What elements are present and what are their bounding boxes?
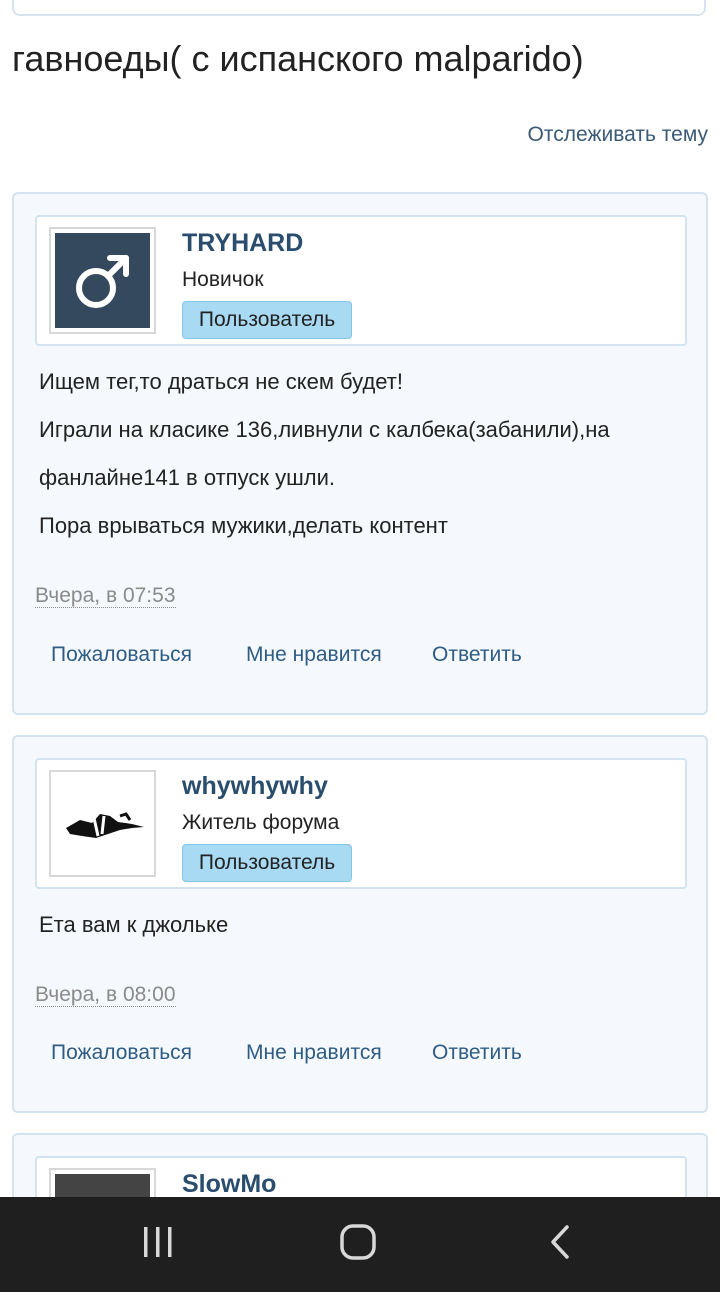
report-button[interactable]: Пожаловаться xyxy=(51,1041,192,1065)
topic-title: гавноеды( с испанского malparido) xyxy=(12,38,584,79)
user-rank: Житель форума xyxy=(182,811,340,834)
recent-apps-button[interactable] xyxy=(118,1197,198,1292)
home-button[interactable] xyxy=(318,1197,398,1292)
avatar[interactable] xyxy=(49,770,156,877)
back-button[interactable] xyxy=(520,1197,600,1292)
reply-button[interactable]: Ответить xyxy=(432,643,522,667)
sketch-image xyxy=(55,776,150,871)
back-icon xyxy=(548,1224,572,1265)
recent-apps-icon xyxy=(141,1225,175,1264)
post: TRYHARD Новичок Пользователь Ищем тег,то… xyxy=(12,192,708,715)
like-button[interactable]: Мне нравится xyxy=(246,643,382,667)
post: whywhywhy Житель форума Пользователь Ета… xyxy=(12,735,708,1113)
male-symbol-icon xyxy=(55,233,150,328)
avatar[interactable] xyxy=(49,227,156,334)
author-panel: TRYHARD Новичок Пользователь xyxy=(35,215,687,346)
user-rank: Новичок xyxy=(182,268,264,291)
post-line: Играли на класике 136,ливнули с калбека(… xyxy=(39,417,610,490)
post-line: Ета вам к джольке xyxy=(39,912,229,937)
user-group-badge: Пользователь xyxy=(182,301,352,339)
system-navigation-bar xyxy=(0,1197,720,1292)
follow-topic-link[interactable]: Отслеживать тему xyxy=(528,123,708,147)
like-button[interactable]: Мне нравится xyxy=(246,1041,382,1065)
home-icon xyxy=(339,1223,377,1266)
reply-button[interactable]: Ответить xyxy=(432,1041,522,1065)
username[interactable]: TRYHARD xyxy=(182,229,303,258)
previous-card-edge xyxy=(12,0,706,16)
post-content: Ета вам к джольке xyxy=(39,901,689,949)
post-line: Ищем тег,то драться не скем будет! xyxy=(39,369,403,394)
post-content: Ищем тег,то драться не скем будет! Играл… xyxy=(39,358,689,550)
post-date[interactable]: Вчера, в 07:53 xyxy=(35,585,176,608)
username[interactable]: whywhywhy xyxy=(182,772,328,801)
author-panel: whywhywhy Житель форума Пользователь xyxy=(35,758,687,889)
report-button[interactable]: Пожаловаться xyxy=(51,643,192,667)
username[interactable]: SlowMo xyxy=(182,1170,276,1199)
user-group-badge: Пользователь xyxy=(182,844,352,882)
post-date[interactable]: Вчера, в 08:00 xyxy=(35,984,176,1007)
post-line: Пора врываться мужики,делать контент xyxy=(39,513,448,538)
